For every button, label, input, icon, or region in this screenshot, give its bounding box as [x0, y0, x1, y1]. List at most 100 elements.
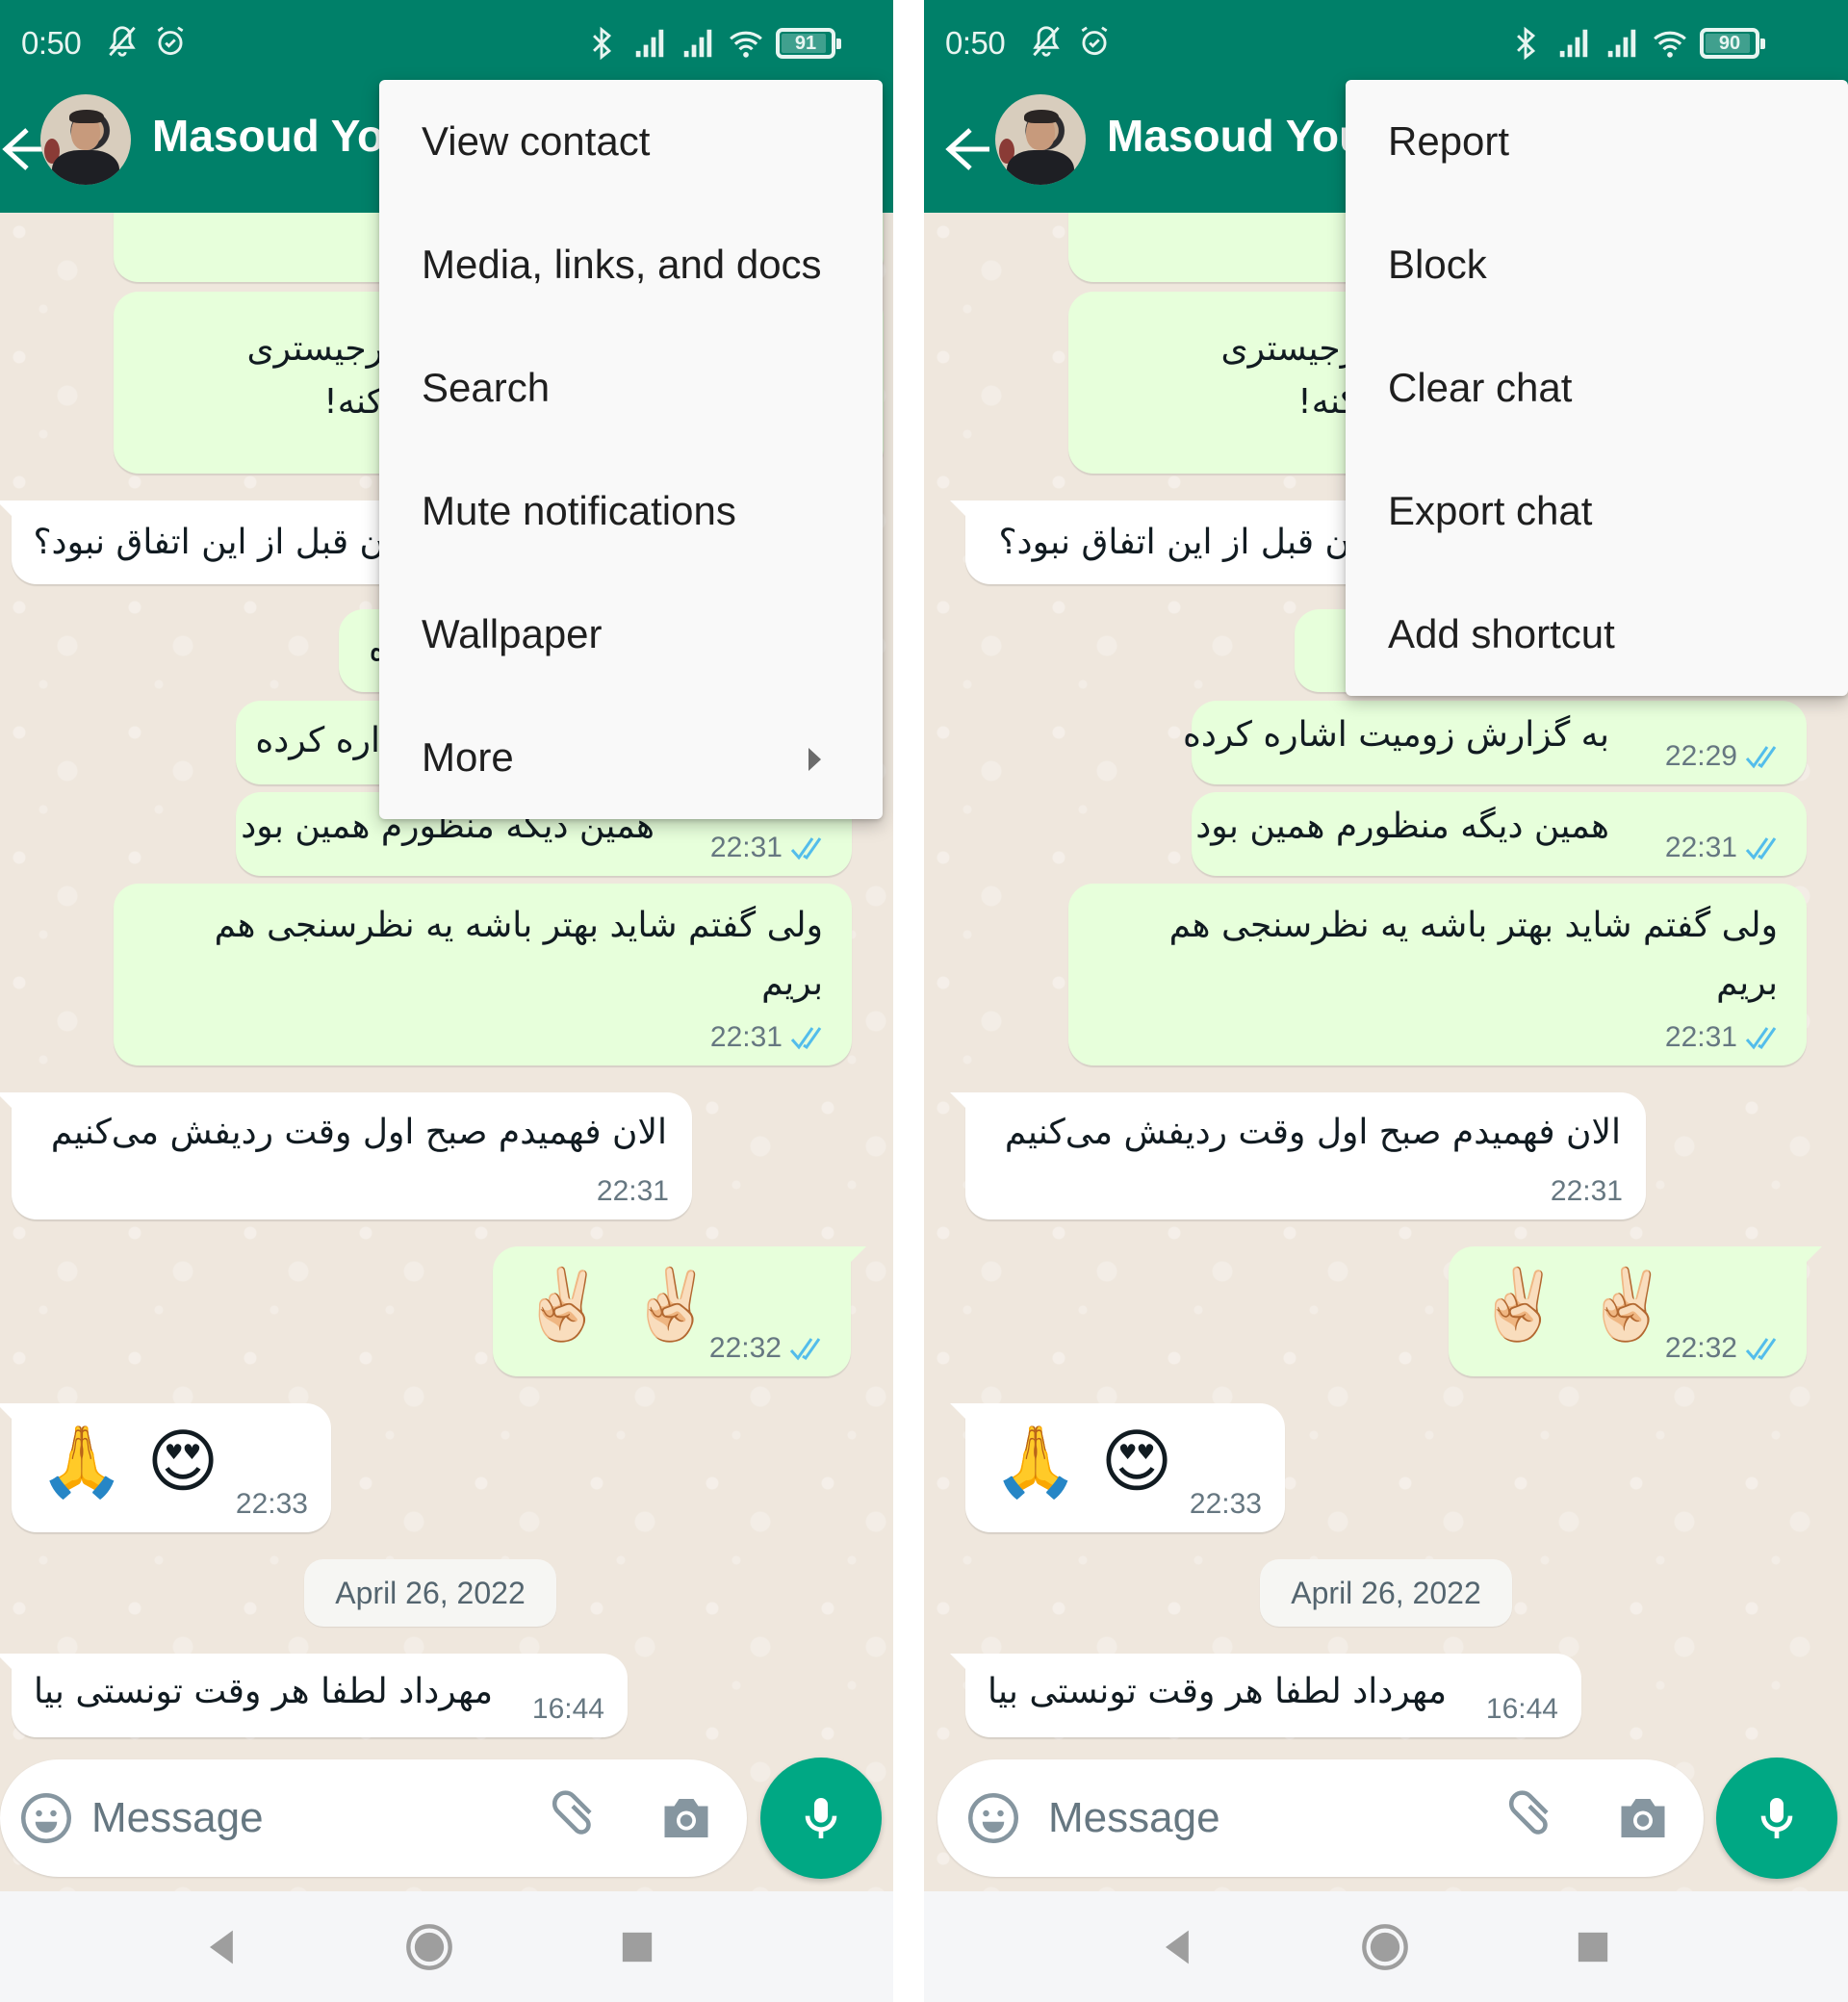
message-meta: 22:31 [1665, 1021, 1784, 1054]
contact-name[interactable]: Masoud You [1107, 110, 1366, 162]
message-text: به گزارش زومیت اشاره کرده [1183, 715, 1609, 755]
bluetooth-icon [1517, 26, 1536, 61]
alarm-icon [1081, 26, 1108, 56]
right-screen: 0:50 90 Masoud You رجیستری کنه! ن قبل از… [924, 0, 1848, 2002]
submenu-arrow-icon [808, 748, 821, 771]
message-time: 16:44 [1485, 1693, 1558, 1725]
message-bubble[interactable]: الان فهمیدم صبح اول وقت ردیفش می‌کنیم 22… [950, 1092, 1646, 1219]
paperclip-icon[interactable] [1501, 1789, 1558, 1847]
message-time: 22:31 [709, 832, 783, 863]
message-meta: 22:31 [710, 1021, 829, 1054]
message-bubble[interactable]: مهرداد لطفا هر وقت تونستی بیا 16:44 [950, 1654, 1581, 1737]
message-meta: 22:31 [597, 1175, 669, 1208]
message-time: 22:31 [596, 1175, 669, 1207]
overflow-menu: View contact Media, links, and docs Sear… [379, 80, 883, 819]
message-bubble[interactable]: همین دیگه منظورم همین بود 22:31 [1192, 792, 1807, 876]
menu-item-add-shortcut[interactable]: Add shortcut [1346, 573, 1848, 696]
message-time: 22:32 [708, 1332, 782, 1364]
avatar[interactable] [40, 94, 131, 185]
voice-record-button[interactable] [1716, 1758, 1837, 1879]
muted-bell-icon [109, 26, 136, 57]
menu-item-media-links-docs[interactable]: Media, links, and docs [379, 203, 883, 326]
camera-icon[interactable] [657, 1789, 715, 1847]
nav-recents-icon[interactable] [612, 1922, 662, 1972]
message-text: مهرداد لطفا هر وقت تونستی بیا [34, 1672, 493, 1711]
message-input[interactable]: Message [1048, 1794, 1220, 1842]
status-bar: 0:50 90 [924, 0, 1848, 85]
wifi-icon [730, 31, 762, 58]
nav-back-icon[interactable] [197, 1922, 247, 1972]
message-bubble[interactable]: ولی گفتم شاید بهتر باشه یه نظرسنجی هم بر… [1068, 884, 1807, 1065]
message-emoji: ✌🏻 ✌🏻 [1476, 1264, 1671, 1345]
status-bar: 0:50 91 [0, 0, 893, 85]
menu-item-label: Media, links, and docs [422, 242, 822, 287]
menu-item-block[interactable]: Block [1346, 203, 1848, 326]
arrow-left-icon[interactable] [943, 116, 991, 183]
signal-icon [635, 29, 664, 58]
menu-item-report[interactable]: Report [1346, 80, 1848, 203]
message-bubble[interactable]: 🙏 😍 22:33 [950, 1403, 1285, 1532]
message-meta: 22:33 [1190, 1488, 1262, 1521]
emoji-icon[interactable] [17, 1789, 75, 1847]
message-time: 22:31 [709, 1021, 783, 1053]
message-text: همین دیگه منظورم همین بود [1195, 807, 1609, 846]
battery-icon: 91 [776, 28, 841, 59]
message-time: 22:33 [1189, 1488, 1262, 1520]
nav-home-icon[interactable] [404, 1922, 454, 1972]
message-time: 22:31 [1550, 1175, 1623, 1207]
menu-item-more[interactable]: More [379, 696, 883, 819]
message-bubble[interactable]: ✌🏻 ✌🏻 22:32 [1449, 1246, 1822, 1376]
paperclip-icon[interactable] [544, 1789, 602, 1847]
message-bubble[interactable]: ولی گفتم شاید بهتر باشه یه نظرسنجی هم بر… [114, 884, 852, 1065]
message-bubble[interactable]: الان فهمیدم صبح اول وقت ردیفش می‌کنیم 22… [0, 1092, 692, 1219]
nav-back-icon[interactable] [1153, 1922, 1203, 1972]
message-meta: 22:29 [1665, 740, 1784, 773]
menu-item-export-chat[interactable]: Export chat [1346, 449, 1848, 573]
menu-item-label: More [422, 734, 514, 780]
message-meta: 16:44 [532, 1693, 604, 1726]
message-text: ن قبل از این اتفاق نبود؟ [33, 523, 385, 562]
message-composer[interactable]: Message [937, 1759, 1704, 1877]
message-bubble[interactable]: 🙏 😍 22:33 [0, 1403, 331, 1532]
status-time: 0:50 [945, 25, 1006, 61]
message-meta: 22:31 [1551, 1175, 1623, 1208]
message-time: 16:44 [531, 1693, 604, 1725]
message-time: 22:33 [235, 1488, 308, 1520]
contact-name[interactable]: Masoud Yo [152, 110, 384, 162]
avatar[interactable] [995, 94, 1086, 185]
message-bubble[interactable]: به گزارش زومیت اشاره کرده 22:29 [1183, 701, 1807, 784]
signal-icon [1607, 29, 1636, 58]
menu-item-label: Block [1388, 242, 1487, 287]
message-meta: 22:32 [1665, 1332, 1784, 1365]
menu-item-wallpaper[interactable]: Wallpaper [379, 573, 883, 696]
menu-item-search[interactable]: Search [379, 326, 883, 449]
message-meta: 16:44 [1486, 1693, 1558, 1726]
menu-item-clear-chat[interactable]: Clear chat [1346, 326, 1848, 449]
system-nav-bar [0, 1891, 893, 2002]
message-time: 22:31 [1664, 832, 1737, 863]
camera-icon[interactable] [1614, 1789, 1672, 1847]
menu-item-mute-notifications[interactable]: Mute notifications [379, 449, 883, 573]
menu-item-label: View contact [422, 118, 651, 164]
voice-record-button[interactable] [760, 1758, 882, 1879]
nav-home-icon[interactable] [1360, 1922, 1410, 1972]
double-check-icon [790, 837, 822, 860]
message-bubble[interactable]: مهرداد لطفا هر وقت تونستی بیا 16:44 [0, 1654, 628, 1737]
left-screen: 0:50 91 Masoud Yo رجیستری کنه! ن قبل از … [0, 0, 893, 2002]
wifi-icon [1654, 31, 1686, 58]
nav-recents-icon[interactable] [1568, 1922, 1618, 1972]
message-text: رجیستری [1220, 329, 1357, 369]
signal-icon [683, 29, 712, 58]
menu-item-label: Search [422, 365, 551, 410]
emoji-icon[interactable] [964, 1789, 1022, 1847]
double-check-icon [1745, 837, 1777, 860]
message-input[interactable]: Message [91, 1794, 264, 1842]
message-text: بریم [761, 963, 823, 1003]
menu-item-view-contact[interactable]: View contact [379, 80, 883, 203]
message-text: کنه! [323, 382, 383, 422]
menu-item-label: Clear chat [1388, 365, 1573, 410]
message-composer[interactable]: Message [0, 1759, 747, 1877]
message-bubble[interactable]: ✌🏻 ✌🏻 22:32 [493, 1246, 866, 1376]
status-time: 0:50 [21, 25, 82, 61]
menu-item-label: Wallpaper [422, 611, 603, 656]
